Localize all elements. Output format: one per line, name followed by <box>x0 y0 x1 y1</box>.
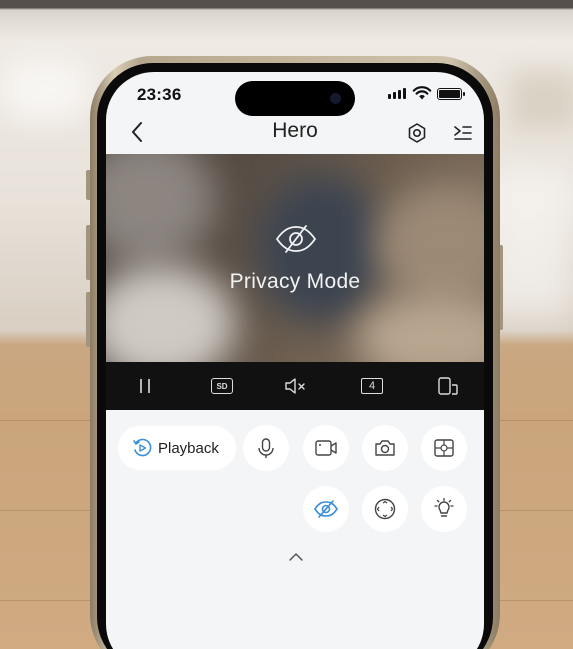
front-camera <box>330 93 341 104</box>
battery-tip <box>463 92 465 96</box>
playback-icon <box>133 438 152 457</box>
pause-icon <box>140 379 150 393</box>
privacy-eye-icon <box>314 500 338 518</box>
menu-icon[interactable] <box>452 122 474 144</box>
record-button[interactable] <box>303 425 349 471</box>
dynamic-island <box>235 81 355 116</box>
multi-view-icon <box>434 439 454 457</box>
navigation-bar: Hero <box>106 116 484 154</box>
privacy-mode-label: Privacy Mode <box>229 270 361 293</box>
mute-button[interactable] <box>276 362 316 410</box>
ptz-control-button[interactable] <box>362 486 408 532</box>
multi-view-button[interactable] <box>421 425 467 471</box>
playback-button[interactable]: Playback <box>118 426 236 470</box>
video-blur-shape <box>356 294 484 362</box>
playback-label: Playback <box>158 439 219 457</box>
orientation-button[interactable] <box>428 362 468 410</box>
phone-screen: 23:36 Hero Privacy Mode SD 4 Playback <box>106 72 484 649</box>
light-button[interactable] <box>421 486 467 532</box>
pause-button[interactable] <box>126 362 164 410</box>
gear-icon[interactable] <box>406 122 428 144</box>
split-count-label: 4 <box>368 380 376 392</box>
quality-badge: SD <box>211 378 233 394</box>
cellular-signal-icon <box>388 88 406 99</box>
split-count-badge: 4 <box>361 378 383 394</box>
talk-button[interactable] <box>243 425 289 471</box>
ptz-control-icon <box>374 498 396 520</box>
live-video-view[interactable]: Privacy Mode <box>106 154 484 362</box>
video-control-bar: SD 4 <box>106 362 484 410</box>
quality-label: SD <box>216 381 228 391</box>
background-light <box>0 60 90 120</box>
chevron-up-icon[interactable] <box>286 550 306 564</box>
battery-icon <box>437 88 462 100</box>
video-blur-shape <box>106 154 216 264</box>
wifi-icon <box>412 86 432 100</box>
microphone-icon <box>258 438 274 458</box>
quality-button[interactable]: SD <box>202 362 242 410</box>
split-screen-button[interactable]: 4 <box>352 362 392 410</box>
light-icon <box>434 497 454 517</box>
status-time: 23:36 <box>137 85 182 104</box>
background-top-band <box>0 0 573 8</box>
speaker-muted-icon <box>285 378 305 394</box>
camera-snapshot-icon <box>375 440 395 456</box>
snapshot-button[interactable] <box>362 425 408 471</box>
privacy-toggle-button[interactable] <box>303 486 349 532</box>
record-video-icon <box>315 440 337 456</box>
eye-off-icon <box>275 225 317 253</box>
status-bar: 23:36 <box>106 72 484 116</box>
background-plant <box>510 70 573 130</box>
orientation-icon <box>438 377 458 395</box>
